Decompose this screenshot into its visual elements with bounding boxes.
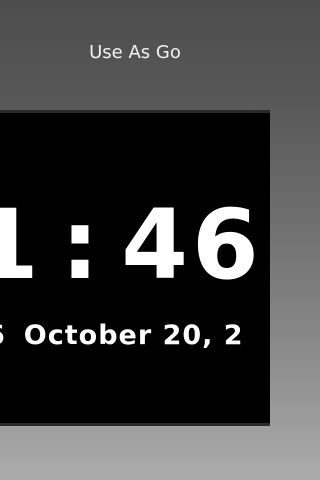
date-display: 6 October 20, 2 [0,322,244,349]
date-prefix: 6 [0,320,6,351]
clock-panel[interactable]: 1:46 6 October 20, 2 [0,110,270,426]
use-as-go-title[interactable]: Use As Go [0,42,270,63]
date-text: October 20, 2 [23,320,244,351]
time-colon: : [60,189,104,301]
time-minutes: 46 [121,189,263,301]
time-display: 1:46 [0,197,263,293]
time-hours: 1 [0,189,43,301]
